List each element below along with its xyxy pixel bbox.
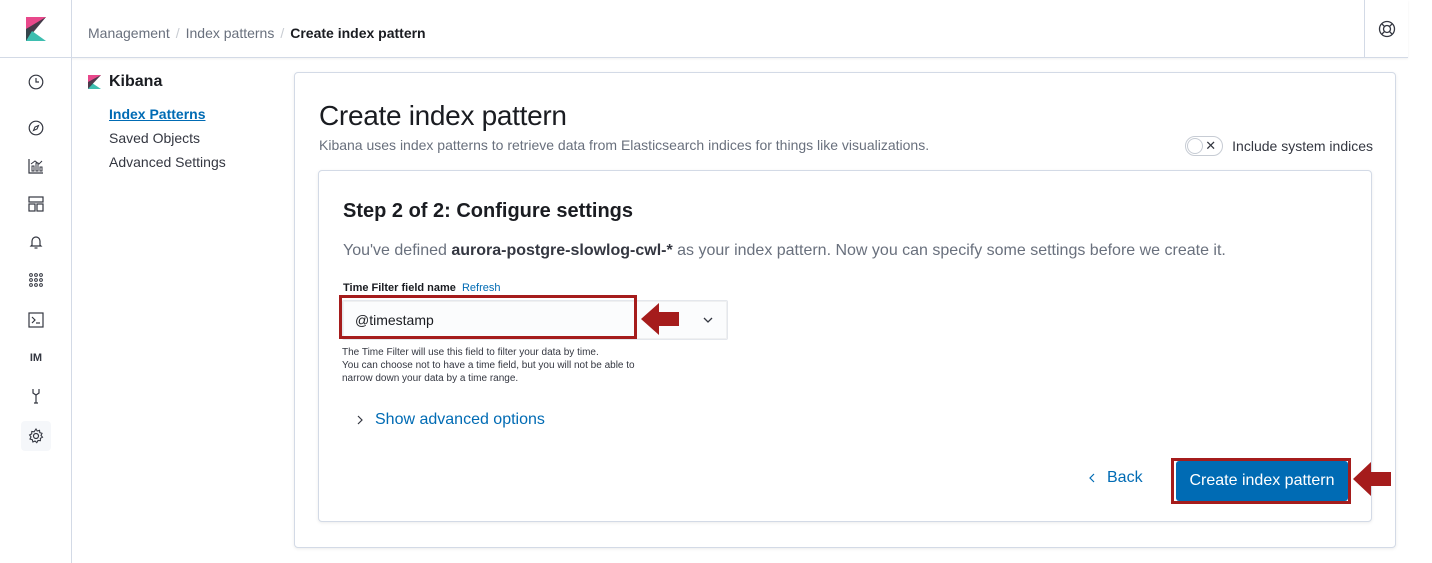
step-title: Step 2 of 2: Configure settings	[343, 200, 634, 222]
clock-icon[interactable]	[24, 70, 48, 94]
step-panel: Step 2 of 2: Configure settings You've d…	[318, 170, 1372, 522]
chevron-left-icon	[1089, 473, 1095, 483]
menu-title: Kibana	[88, 73, 278, 91]
breadcrumb-current: Create index pattern	[290, 25, 426, 41]
include-system-indices-toggle[interactable]: ✕ Include system indices	[1185, 136, 1373, 156]
side-nav: IM	[0, 58, 72, 563]
toggle-switch[interactable]: ✕	[1185, 136, 1224, 156]
refresh-link[interactable]: Refresh	[462, 282, 501, 294]
breadcrumb-separator: /	[175, 25, 180, 41]
page-subtitle: Kibana uses index patterns to retrieve d…	[319, 137, 930, 153]
console-icon[interactable]	[24, 308, 48, 332]
help-line: The Time Filter will use this field to f…	[342, 347, 599, 358]
show-advanced-options[interactable]: Show advanced options	[355, 411, 545, 429]
top-header: Management / Index patterns / Create ind…	[0, 0, 1408, 58]
menu-title-label: Kibana	[109, 73, 163, 90]
time-filter-help: The Time Filter will use this field to f…	[342, 346, 722, 385]
help-line: narrow down your data by a time range.	[342, 373, 519, 384]
time-filter-label-text: Time Filter field name	[343, 282, 456, 294]
apps-icon[interactable]	[24, 268, 48, 292]
back-label: Back	[1107, 469, 1143, 486]
breadcrumb-management[interactable]: Management	[88, 25, 170, 41]
breadcrumb-index-patterns[interactable]: Index patterns	[186, 25, 275, 41]
breadcrumb: Management / Index patterns / Create ind…	[88, 25, 426, 41]
help-line: You can choose not to have a time field,…	[342, 360, 635, 371]
breadcrumb-separator: /	[280, 25, 285, 41]
step-desc-suffix: as your index pattern. Now you can speci…	[672, 242, 1226, 259]
toggle-knob	[1187, 138, 1204, 154]
wrench-icon[interactable]	[24, 384, 48, 408]
step-description: You've defined aurora-postgre-slowlog-cw…	[343, 242, 1226, 260]
kibana-small-icon	[88, 75, 101, 89]
compass-icon[interactable]	[24, 116, 48, 140]
index-pattern-name: aurora-postgre-slowlog-cwl-*	[451, 242, 673, 259]
arrow-left-annotation-icon	[1353, 462, 1391, 496]
step-desc-prefix: You've defined	[343, 242, 452, 259]
gear-icon[interactable]	[21, 421, 51, 451]
time-filter-highlight	[339, 295, 637, 339]
page-title: Create index pattern	[319, 100, 567, 131]
menu-item-advanced-settings[interactable]: Advanced Settings	[109, 150, 278, 174]
show-advanced-label: Show advanced options	[375, 411, 545, 428]
alert-icon[interactable]	[24, 230, 48, 254]
back-button[interactable]: Back	[1087, 469, 1143, 487]
close-icon: ✕	[1205, 138, 1217, 153]
time-filter-label: Time Filter field name Refresh	[343, 282, 500, 294]
help-button[interactable]	[1364, 0, 1408, 58]
create-index-pattern-button[interactable]: Create index pattern	[1176, 461, 1348, 501]
chevron-down-icon	[703, 317, 713, 323]
create-index-pattern-panel: Create index pattern Kibana uses index p…	[294, 72, 1396, 548]
arrow-left-annotation-icon	[641, 303, 679, 335]
menu-item-saved-objects[interactable]: Saved Objects	[109, 126, 278, 150]
visualize-icon[interactable]	[24, 154, 48, 178]
dashboard-icon[interactable]	[24, 192, 48, 216]
chevron-right-icon	[357, 415, 363, 425]
management-menu: Kibana Index Patterns Saved Objects Adva…	[88, 73, 278, 174]
nav-item-im[interactable]: IM	[24, 346, 48, 370]
kibana-logo[interactable]	[0, 0, 72, 58]
help-lifebuoy-icon	[1378, 20, 1395, 38]
include-system-indices-label: Include system indices	[1232, 138, 1373, 154]
kibana-logo-icon	[25, 17, 46, 41]
menu-item-index-patterns[interactable]: Index Patterns	[109, 102, 278, 126]
